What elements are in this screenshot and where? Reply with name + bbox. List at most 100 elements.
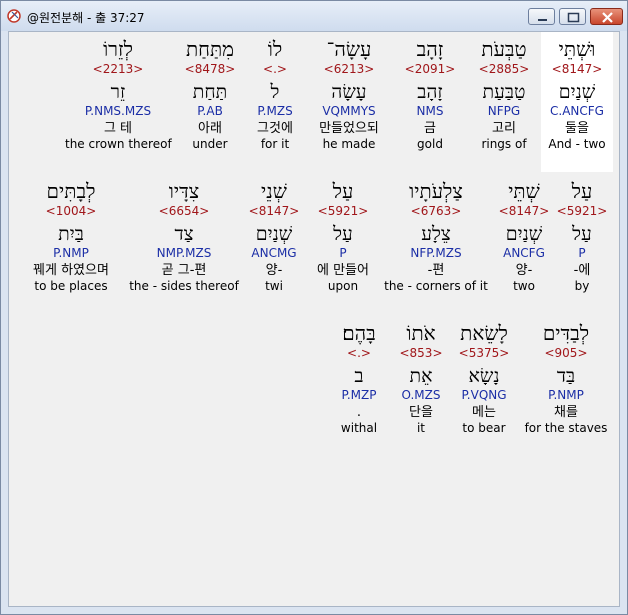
close-button[interactable]: [590, 8, 623, 25]
english-gloss: by: [574, 279, 590, 293]
korean-gloss: 채를: [554, 405, 578, 420]
word-cell[interactable]: טַבְּעֹת <2885> טַבַּעַת NFPG 고리 rings o…: [469, 32, 539, 151]
window-title: @원전분해 - 출 37:27: [27, 11, 145, 25]
hebrew-word: שְׁנֵי: [261, 179, 287, 203]
minimize-button[interactable]: [528, 8, 555, 25]
korean-gloss: 꿰게 하였으며: [33, 263, 109, 278]
strong-number: <5921>: [317, 204, 369, 218]
hebrew-lemma: עַל: [572, 223, 592, 245]
word-cell[interactable]: עָשָׂה־ <6213> עָשָׂה VQMMYS 만들었으되 he ma…: [307, 32, 391, 151]
korean-gloss: 단을: [409, 405, 433, 420]
word-cell[interactable]: צִדָּיו <6654> צַד NMP.MZS 곧 그-편 the - s…: [129, 174, 239, 293]
hebrew-word: בָּהֶם׃: [342, 321, 376, 345]
strong-number: <8478>: [184, 62, 236, 76]
hebrew-lemma: בַּד: [556, 365, 576, 387]
hebrew-word: לָשֵׂאת: [460, 321, 508, 345]
english-gloss: And - two: [548, 137, 606, 151]
korean-gloss: 에 만들어: [317, 263, 369, 278]
strong-number: <2213>: [92, 62, 144, 76]
english-gloss: the - corners of it: [384, 279, 488, 293]
hebrew-word: טַבְּעֹת: [481, 37, 527, 61]
english-gloss: upon: [327, 279, 359, 293]
strong-number: <1004>: [45, 204, 97, 218]
english-gloss: twi: [265, 279, 283, 293]
hebrew-word: עָשָׂה־: [326, 37, 372, 61]
morphology-code: P.NMS.MZS: [84, 104, 152, 118]
english-gloss: to be places: [34, 279, 108, 293]
strong-number: <.>: [347, 346, 371, 360]
english-gloss: the - sides thereof: [129, 279, 239, 293]
word-cell[interactable]: זָהָב <2091> זָהָב NMS 금 gold: [399, 32, 461, 151]
english-gloss: gold: [417, 137, 443, 151]
morphology-code: C.ANCFG: [550, 104, 604, 118]
korean-gloss: 그것에: [257, 121, 293, 136]
strong-number: <.>: [263, 62, 287, 76]
strong-number: <6763>: [410, 204, 462, 218]
strong-number: <8147>: [248, 204, 300, 218]
hebrew-lemma: תַּחַת: [192, 81, 228, 103]
english-gloss: it: [416, 421, 426, 435]
hebrew-word: אֹתוֹ: [406, 321, 436, 345]
hebrew-word: לְזֵרוֹ: [103, 37, 133, 61]
hebrew-lemma: עָשָׂה: [331, 81, 367, 103]
hebrew-lemma: נָשָׂא: [468, 365, 500, 387]
interlinear-panel[interactable]: וּשְׁתֵּי <8147> שְׁנַיִם C.ANCFG 둘을 And…: [8, 31, 620, 607]
hebrew-lemma: צַד: [174, 223, 194, 245]
word-cell[interactable]: אֹתוֹ <853> אֵת O.MZS 단을 it: [395, 316, 447, 435]
word-cell[interactable]: לְזֵרוֹ <2213> זֵר P.NMS.MZS 그 테 the cro…: [65, 32, 172, 151]
word-cell[interactable]: לוֹ <.> ל P.MZS 그것에 for it: [247, 32, 303, 151]
word-cell[interactable]: עַל <5921> עַל P 에 만들어 upon: [309, 174, 377, 293]
minimize-icon: [538, 19, 547, 21]
word-cell[interactable]: שְׁנֵי <8147> שְׁנַיִם ANCMG 양- twi: [243, 174, 305, 293]
morphology-code: P.MZP: [341, 388, 377, 402]
hebrew-word: צִדָּיו: [168, 179, 200, 203]
morphology-code: VQMMYS: [322, 104, 376, 118]
title-bar[interactable]: @원전분해 - 출 37:27: [1, 1, 627, 31]
korean-gloss: 그 테: [103, 121, 133, 136]
english-gloss: for the staves: [524, 421, 608, 435]
hebrew-word: שְׁתֵּי: [508, 179, 540, 203]
morphology-code: P.NMP: [53, 246, 89, 260]
morphology-code: P.NMP: [548, 388, 584, 402]
morphology-code: P.MZS: [257, 104, 293, 118]
morphology-code: P: [339, 246, 347, 260]
strong-number: <6213>: [323, 62, 375, 76]
english-gloss: the crown thereof: [65, 137, 172, 151]
word-cell[interactable]: וּשְׁתֵּי <8147> שְׁנַיִם C.ANCFG 둘을 And…: [541, 32, 613, 172]
hebrew-lemma: שְׁנַיִם: [255, 223, 293, 245]
morphology-code: ANCFG: [503, 246, 545, 260]
hebrew-lemma: בַּיִת: [58, 223, 84, 245]
strong-number: <2885>: [478, 62, 530, 76]
hebrew-lemma: ב: [354, 365, 364, 387]
word-cell[interactable]: צַלְעֹתָיו <6763> צֵלָע NFP.MZS -편 the -…: [383, 174, 489, 293]
close-icon: [602, 12, 613, 23]
hebrew-word: עַל: [332, 179, 354, 203]
morphology-code: P.AB: [197, 104, 223, 118]
english-gloss: he made: [322, 137, 376, 151]
maximize-button[interactable]: [559, 8, 586, 25]
english-gloss: two: [513, 279, 535, 293]
korean-gloss: 메는: [472, 405, 496, 420]
hebrew-word: זָהָב: [416, 37, 444, 61]
maximize-icon: [567, 12, 580, 23]
word-cell[interactable]: בָּהֶם׃ <.> ב P.MZP . withal: [331, 316, 387, 435]
word-cell[interactable]: לָשֵׂאת <5375> נָשָׂא P.VQNG 메는 to bear: [453, 316, 515, 435]
korean-gloss: 고리: [492, 121, 516, 136]
word-cell[interactable]: עַל <5921> עַל P -에 by: [555, 174, 609, 293]
morphology-code: NFP.MZS: [410, 246, 462, 260]
english-gloss: to bear: [462, 421, 506, 435]
strong-number: <5921>: [556, 204, 608, 218]
hebrew-word: מִתַּחַת: [185, 37, 235, 61]
word-cell[interactable]: לְבָתִּים <1004> בַּיִת P.NMP 꿰게 하였으며 to…: [19, 174, 123, 293]
hebrew-lemma: זָהָב: [417, 81, 443, 103]
korean-gloss: 금: [424, 121, 436, 136]
word-cell[interactable]: שְׁתֵּי <8147> שְׁנַיִם ANCFG 양- two: [493, 174, 555, 293]
word-cell[interactable]: לְבַדִּים <905> בַּד P.NMP 채를 for the st…: [521, 316, 611, 435]
hebrew-word: לְבַדִּים: [542, 321, 590, 345]
word-cell[interactable]: מִתַּחַת <8478> תַּחַת P.AB 아래 under: [177, 32, 243, 151]
morphology-code: ANCMG: [251, 246, 297, 260]
morphology-code: NMP.MZS: [156, 246, 212, 260]
korean-gloss: -편: [427, 263, 445, 278]
morphology-code: P: [578, 246, 586, 260]
hebrew-lemma: שְׁנַיִם: [505, 223, 543, 245]
